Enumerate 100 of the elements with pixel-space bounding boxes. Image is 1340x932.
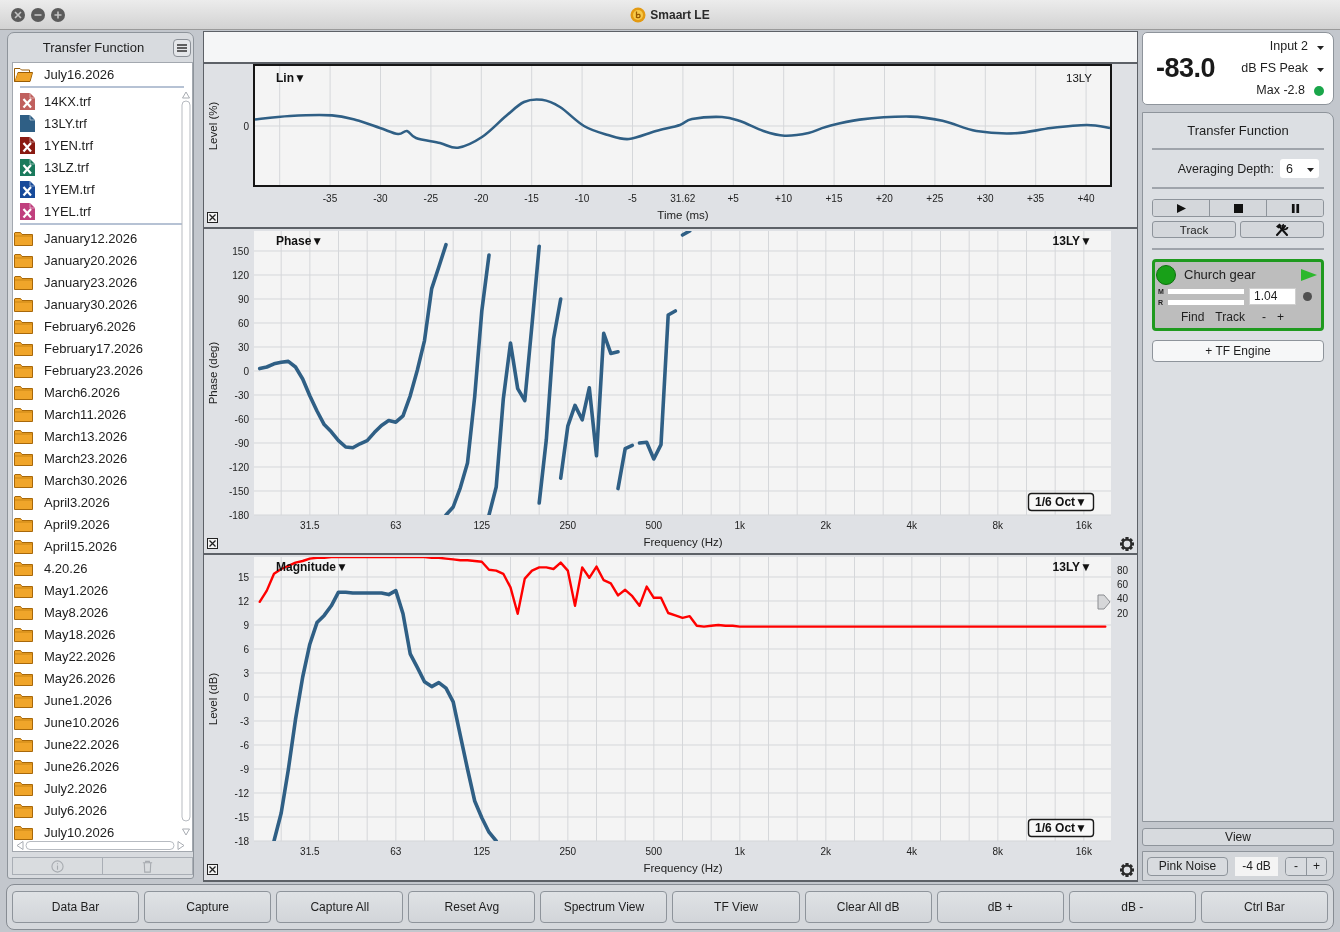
folder-item[interactable]: June1.2026 bbox=[13, 689, 192, 711]
engine-action-button[interactable]: + bbox=[1276, 310, 1284, 324]
folder-item[interactable]: July10.2026 bbox=[13, 821, 192, 840]
generator-level-field[interactable]: -4 dB bbox=[1235, 856, 1278, 876]
file-item[interactable]: 1YEM.trf bbox=[13, 178, 192, 200]
smoothing-dropdown[interactable]: 1/6 Oct▼ bbox=[1027, 818, 1095, 838]
play-button[interactable] bbox=[1153, 200, 1209, 216]
folder-item[interactable]: July2.2026 bbox=[13, 777, 192, 799]
folder-item[interactable]: 4.20.26 bbox=[13, 557, 192, 579]
control-bar-button[interactable]: Capture All bbox=[276, 891, 404, 923]
close-icon[interactable] bbox=[207, 538, 218, 549]
axis-tick-label: -180 bbox=[229, 509, 249, 521]
caret-icon bbox=[1317, 68, 1324, 72]
axis-tick-label: -18 bbox=[234, 835, 249, 847]
averaging-depth-dropdown[interactable]: 6 bbox=[1280, 159, 1319, 178]
file-item[interactable]: 13LZ.trf bbox=[13, 156, 192, 178]
input-dropdown[interactable]: Input 2 bbox=[1269, 38, 1324, 55]
folder-item[interactable]: March23.2026 bbox=[13, 447, 192, 469]
control-bar-button[interactable]: dB - bbox=[1068, 891, 1196, 923]
folder-item[interactable]: July6.2026 bbox=[13, 799, 192, 821]
folder-item[interactable]: January23.2026 bbox=[13, 271, 192, 293]
add-engine-button[interactable]: + TF Engine bbox=[1152, 340, 1324, 362]
control-bar-button[interactable]: Clear All dB bbox=[804, 891, 932, 923]
control-bar-button[interactable]: Ctrl Bar bbox=[1200, 891, 1328, 923]
axis-tick-label: -60 bbox=[234, 413, 249, 425]
x-axis-title: Frequency (Hz) bbox=[643, 862, 723, 874]
axis-tick-label: -9 bbox=[240, 763, 249, 775]
pause-button[interactable] bbox=[1266, 200, 1323, 216]
engine-action-button[interactable]: Track bbox=[1215, 310, 1245, 324]
folder-item[interactable]: February6.2026 bbox=[13, 315, 192, 337]
control-bar-button[interactable]: Spectrum View bbox=[540, 891, 668, 923]
folder-item[interactable]: January30.2026 bbox=[13, 293, 192, 315]
caret-icon bbox=[1307, 168, 1314, 172]
plot-type-dropdown[interactable]: Phase▼ bbox=[276, 234, 324, 248]
file-item[interactable]: 1YEL.trf bbox=[13, 200, 192, 222]
step-button[interactable]: + bbox=[1306, 857, 1326, 875]
panel-title: Transfer Function bbox=[41, 40, 146, 55]
axis-tick-label: -35 bbox=[322, 193, 338, 204]
folder-item[interactable]: May22.2026 bbox=[13, 645, 192, 667]
threshold-marker-icon[interactable] bbox=[1097, 594, 1111, 610]
smoothing-dropdown[interactable]: 1/6 Oct▼ bbox=[1027, 492, 1095, 512]
scale-dropdown[interactable]: Lin▼ bbox=[276, 70, 306, 85]
folder-item[interactable]: May1.2026 bbox=[13, 579, 192, 601]
step-button[interactable]: - bbox=[1286, 857, 1306, 875]
folder-item[interactable]: February17.2026 bbox=[13, 337, 192, 359]
folder-item[interactable]: May8.2026 bbox=[13, 601, 192, 623]
close-button[interactable] bbox=[11, 7, 25, 22]
settings-icon[interactable] bbox=[1120, 537, 1134, 551]
folder-item[interactable]: May18.2026 bbox=[13, 623, 192, 645]
trace-dropdown[interactable]: 13LY▼ bbox=[1052, 234, 1092, 248]
menu-button[interactable] bbox=[173, 38, 191, 57]
folder-item[interactable]: March30.2026 bbox=[13, 469, 192, 491]
axis-tick-label: 3 bbox=[243, 667, 249, 679]
engine-action-button[interactable]: Find bbox=[1181, 310, 1205, 324]
units-dropdown[interactable]: dB FS Peak bbox=[1241, 60, 1324, 77]
folder-item[interactable]: January20.2026 bbox=[13, 249, 192, 271]
folder-item[interactable]: March11.2026 bbox=[13, 403, 192, 425]
folder-item[interactable]: January12.2026 bbox=[13, 227, 192, 249]
axis-tick-label: -30 bbox=[234, 389, 249, 401]
caret-icon bbox=[1317, 46, 1324, 50]
settings-icon[interactable] bbox=[1120, 863, 1134, 877]
view-button[interactable]: View bbox=[1142, 828, 1334, 846]
folder-item[interactable]: April9.2026 bbox=[13, 513, 192, 535]
panel-title: Transfer Function bbox=[1186, 122, 1290, 140]
zoom-button[interactable] bbox=[51, 7, 65, 22]
file-item[interactable]: 13LY.trf bbox=[13, 112, 192, 134]
axis-tick-label: 250 bbox=[559, 845, 577, 857]
control-bar-button[interactable]: TF View bbox=[672, 891, 800, 923]
axis-tick-label: -12 bbox=[234, 787, 249, 799]
control-bar-button[interactable]: Capture bbox=[144, 891, 272, 923]
folder-item[interactable]: March6.2026 bbox=[13, 381, 192, 403]
folder-item[interactable]: June22.2026 bbox=[13, 733, 192, 755]
minimize-button[interactable] bbox=[31, 7, 45, 22]
close-icon[interactable] bbox=[207, 212, 218, 223]
folder-item[interactable]: March13.2026 bbox=[13, 425, 192, 447]
track-button[interactable]: Track bbox=[1152, 221, 1236, 238]
control-bar-button[interactable]: dB + bbox=[936, 891, 1064, 923]
engine-action-button[interactable]: - bbox=[1261, 310, 1266, 324]
file-item[interactable]: 1YEN.trf bbox=[13, 134, 192, 156]
axis-tick-label: 60 bbox=[237, 317, 249, 329]
folder-item[interactable]: April3.2026 bbox=[13, 491, 192, 513]
folder-item[interactable]: July16.2026 bbox=[13, 63, 192, 85]
delay-field[interactable]: 1.04 bbox=[1249, 288, 1296, 305]
tools-button[interactable] bbox=[1240, 221, 1324, 238]
folder-item[interactable]: April15.2026 bbox=[13, 535, 192, 557]
play-icon bbox=[1176, 203, 1186, 213]
axis-tick-label: 9 bbox=[243, 619, 249, 631]
close-icon[interactable] bbox=[207, 864, 218, 875]
file-item[interactable]: 14KX.trf bbox=[13, 90, 192, 112]
axis-tick-label: 2k bbox=[820, 845, 832, 857]
trace-dropdown[interactable]: 13LY▼ bbox=[1052, 560, 1092, 574]
axis-tick-label: -90 bbox=[234, 437, 249, 449]
folder-item[interactable]: May26.2026 bbox=[13, 667, 192, 689]
folder-item[interactable]: June10.2026 bbox=[13, 711, 192, 733]
stop-button[interactable] bbox=[1209, 200, 1266, 216]
control-bar-button[interactable]: Reset Avg bbox=[408, 891, 536, 923]
generator-button[interactable]: Pink Noise bbox=[1147, 856, 1228, 876]
control-bar-button[interactable]: Data Bar bbox=[12, 891, 140, 923]
folder-item[interactable]: February23.2026 bbox=[13, 359, 192, 381]
folder-item[interactable]: June26.2026 bbox=[13, 755, 192, 777]
